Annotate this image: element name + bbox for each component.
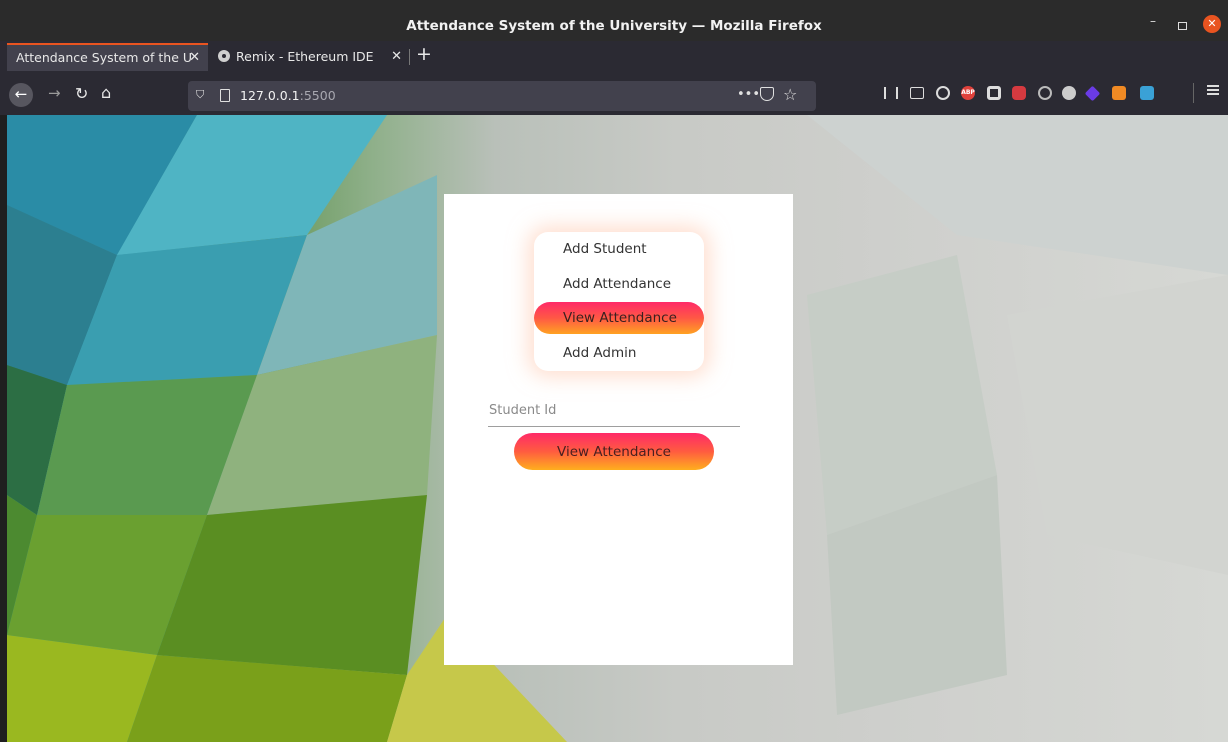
menu-item-view-attendance[interactable]: View Attendance: [534, 302, 704, 334]
video-icon[interactable]: [1012, 86, 1026, 100]
tracking-protection-icon[interactable]: ⛉: [196, 88, 204, 102]
blue-extension-icon[interactable]: [1140, 86, 1154, 100]
forward-button[interactable]: →: [48, 84, 61, 102]
minimize-button[interactable]: –: [1150, 14, 1156, 28]
library-icon[interactable]: [884, 87, 898, 99]
back-button[interactable]: ←: [9, 83, 33, 107]
reload-button[interactable]: ↻: [75, 84, 88, 103]
tab-separator: [409, 49, 410, 65]
new-tab-button[interactable]: +: [416, 43, 432, 65]
globe-icon[interactable]: [1062, 86, 1076, 100]
maximize-button[interactable]: [1178, 22, 1187, 30]
menu-item-add-student[interactable]: Add Student: [534, 233, 704, 265]
window-title: Attendance System of the University — Mo…: [406, 18, 822, 34]
url-bar[interactable]: ⛉ 127.0.0.1:5500 ••• ☆: [188, 81, 816, 111]
dark-reader-icon[interactable]: [987, 86, 1001, 100]
toolbar-separator: [1193, 83, 1194, 103]
adblock-plus-icon[interactable]: ABP: [961, 86, 975, 100]
remix-favicon-icon: [218, 50, 230, 62]
attendance-card: Add Student Add Attendance View Attendan…: [444, 194, 793, 665]
close-tab-icon[interactable]: ✕: [189, 45, 200, 71]
nav-menu: Add Student Add Attendance View Attendan…: [534, 232, 704, 371]
hamburger-menu-icon[interactable]: [1207, 85, 1219, 95]
tab-label: Attendance System of the U: [16, 50, 193, 65]
metamask-icon[interactable]: [1112, 86, 1126, 100]
url-port: :5500: [299, 88, 336, 103]
tab-attendance-system[interactable]: Attendance System of the U ✕: [7, 43, 208, 71]
view-attendance-button[interactable]: View Attendance: [514, 433, 714, 470]
page-info-icon[interactable]: [220, 89, 230, 102]
url-text[interactable]: 127.0.0.1:5500: [240, 81, 336, 111]
home-button[interactable]: ⌂: [101, 83, 111, 102]
tab-label: Remix - Ethereum IDE: [236, 49, 374, 64]
close-window-button[interactable]: ✕: [1203, 15, 1221, 33]
student-id-input[interactable]: [488, 395, 740, 427]
sidebar-icon[interactable]: [910, 87, 924, 99]
bookmark-star-icon[interactable]: ☆: [783, 85, 797, 105]
menu-item-add-admin[interactable]: Add Admin: [534, 337, 704, 369]
page-actions-icon[interactable]: •••: [737, 81, 760, 109]
tab-strip: Attendance System of the U ✕ Remix - Eth…: [0, 41, 1228, 71]
privacy-icon[interactable]: [1038, 86, 1052, 100]
window-titlebar: Attendance System of the University — Mo…: [0, 0, 1228, 41]
pocket-icon[interactable]: [760, 87, 774, 101]
close-tab-icon[interactable]: ✕: [391, 43, 402, 71]
menu-item-add-attendance[interactable]: Add Attendance: [534, 268, 704, 300]
tab-remix[interactable]: Remix - Ethereum IDE ✕: [212, 43, 410, 71]
account-icon[interactable]: [936, 86, 950, 100]
page-viewport: Add Student Add Attendance View Attendan…: [7, 115, 1228, 742]
url-host: 127.0.0.1: [240, 88, 300, 103]
